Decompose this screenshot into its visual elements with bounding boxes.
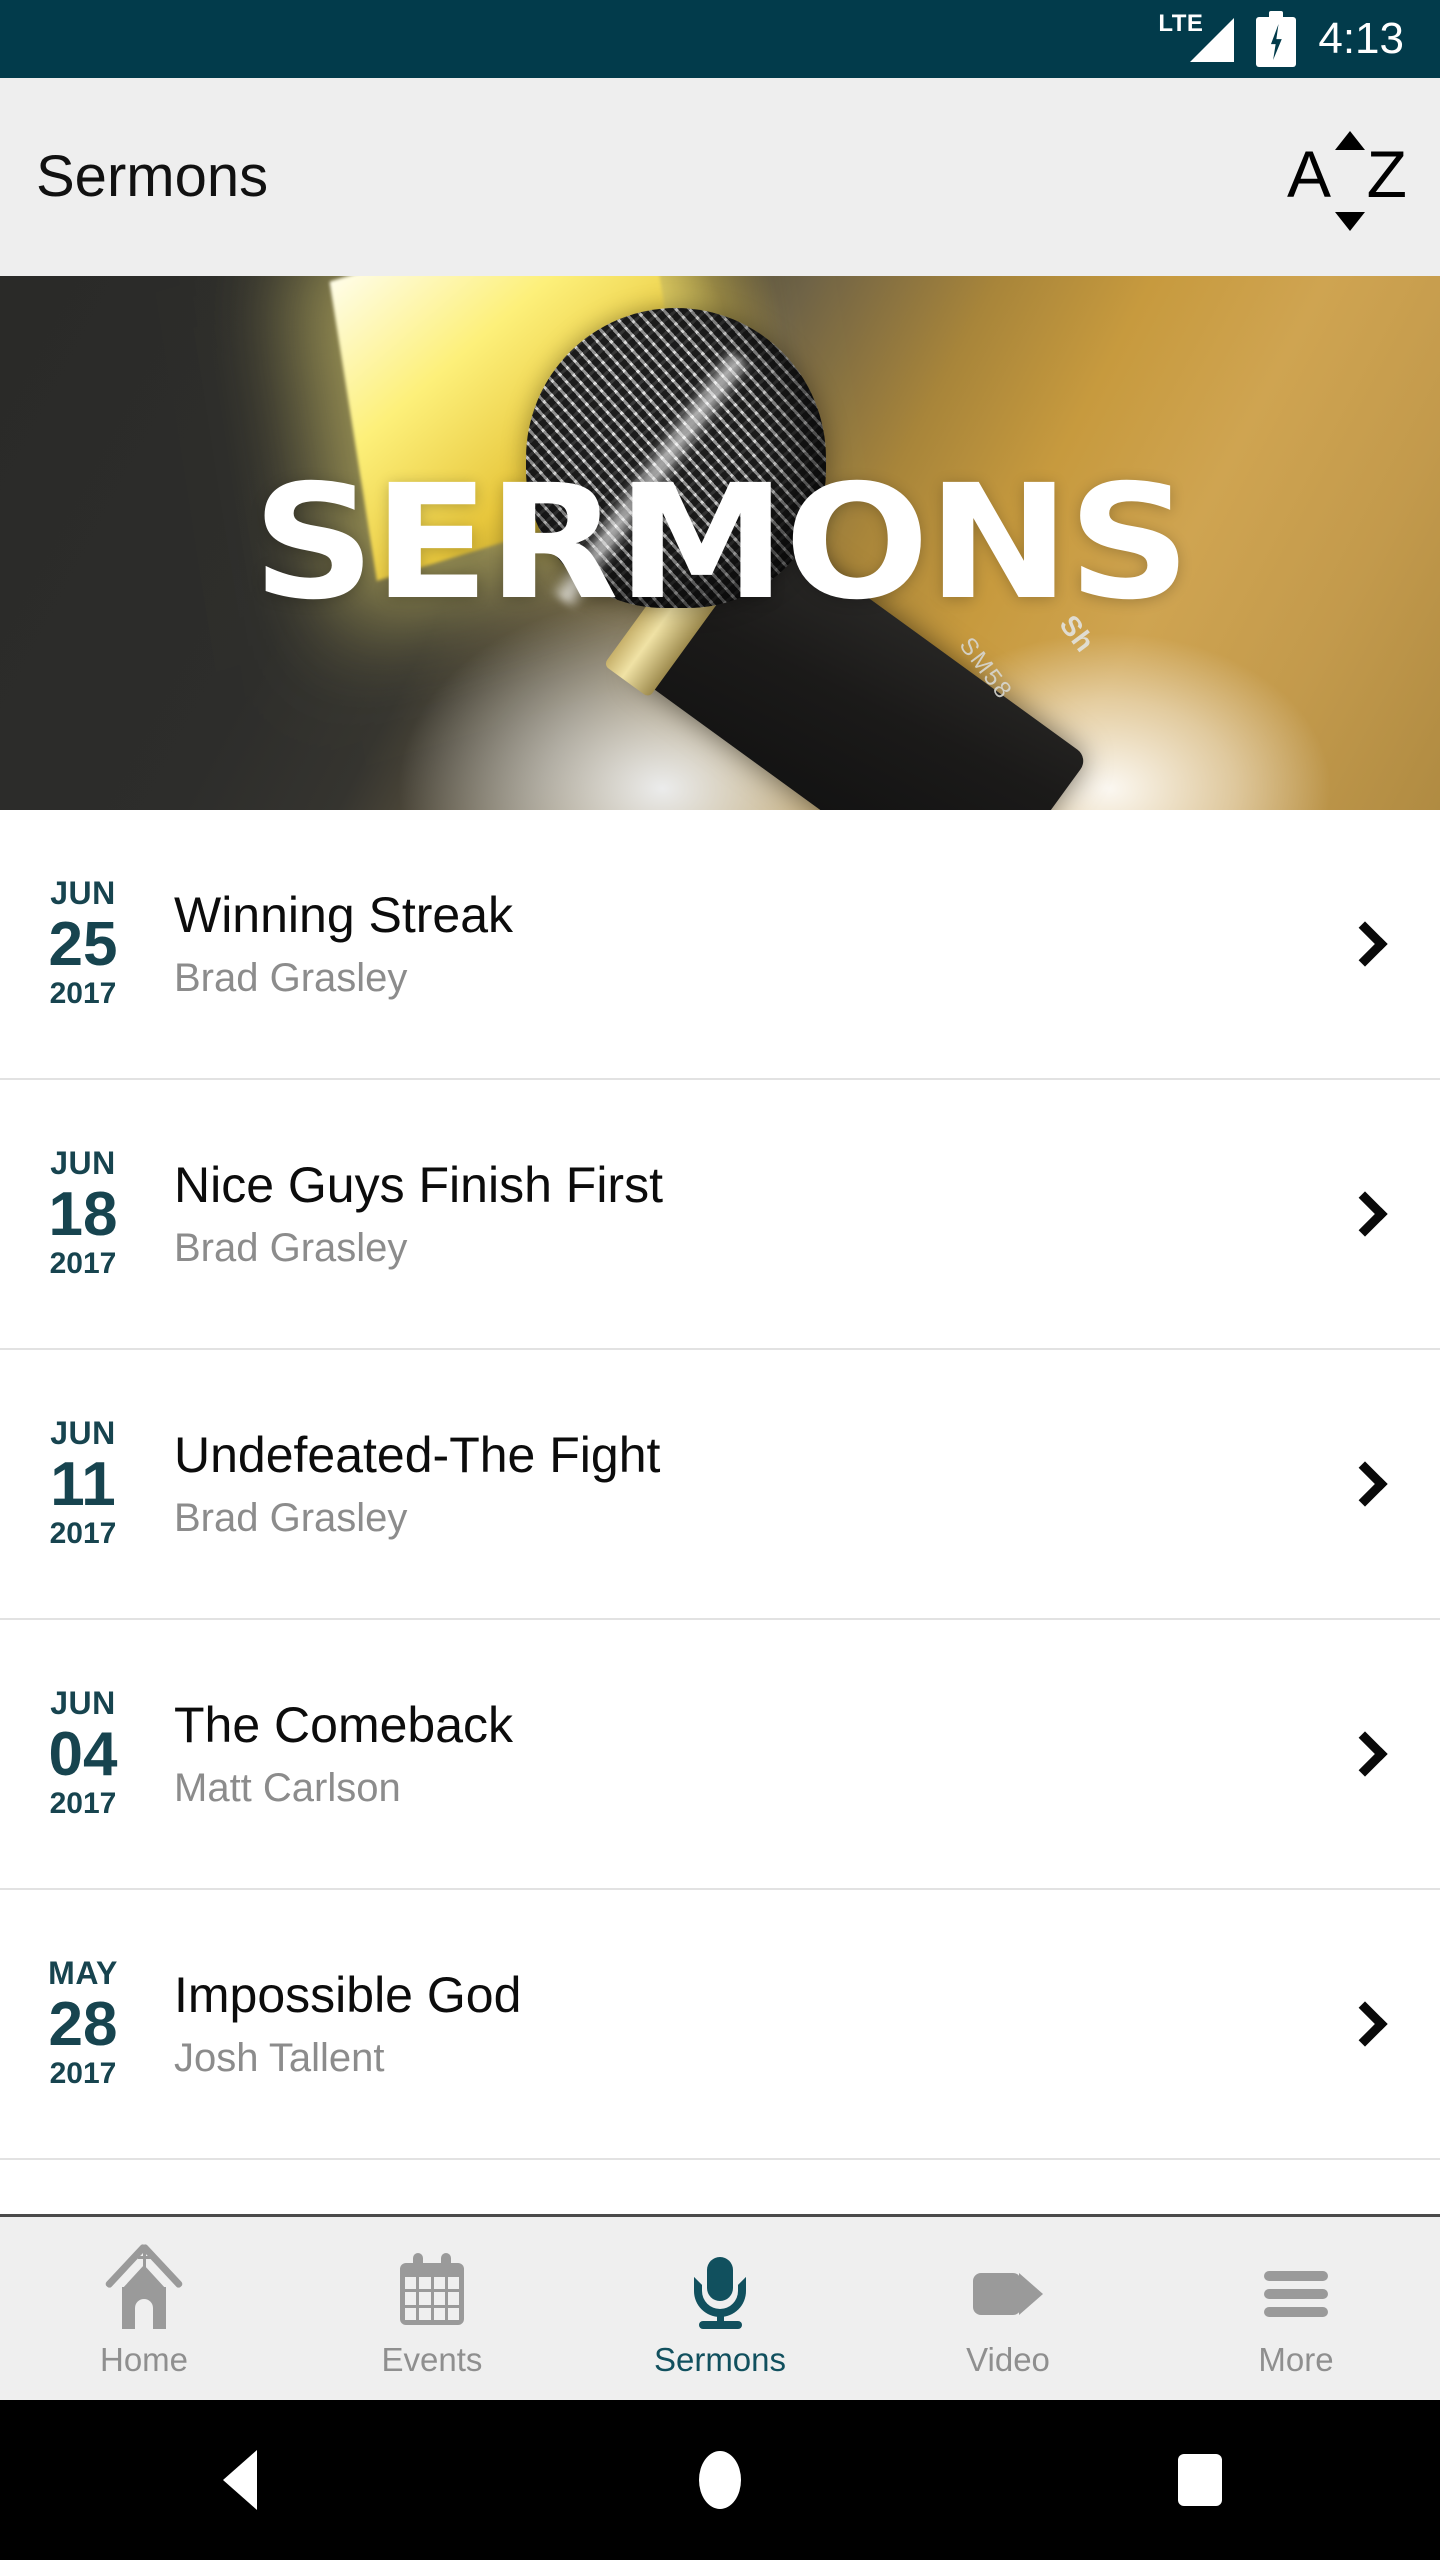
sermon-info: Undefeated-The Fight Brad Grasley — [174, 1427, 1290, 1541]
sermon-date-month: JUN — [50, 1415, 116, 1452]
hero-headline-text: SERMONS — [251, 451, 1190, 635]
chevron-right-icon[interactable] — [1290, 1461, 1440, 1507]
sermon-speaker: Brad Grasley — [174, 1226, 408, 1270]
tab-events[interactable]: Events — [288, 2217, 576, 2400]
sermon-date: MAY 28 2017 — [18, 1955, 148, 2091]
sermon-date-month: JUN — [50, 1145, 116, 1182]
tab-events-label: Events — [381, 2341, 483, 2378]
sermon-speaker: Brad Grasley — [174, 1496, 408, 1540]
sermon-date-month: JUN — [50, 1685, 116, 1722]
clock-label: 4:13 — [1318, 14, 1404, 63]
hero-banner[interactable]: Sh SM58 SERMONS — [0, 276, 1440, 810]
battery-charging-icon — [1256, 11, 1297, 67]
sermon-date-month: MAY — [48, 1955, 118, 1992]
status-bar: LTE 4:13 — [0, 0, 1440, 78]
sermon-speaker: Brad Grasley — [174, 956, 408, 1000]
sort-letter-a: A — [1287, 137, 1332, 211]
video-camera-icon — [965, 2249, 1051, 2335]
sermon-list-item[interactable]: JUN 11 2017 Undefeated-The Fight Brad Gr… — [0, 1350, 1440, 1620]
sermon-title: Impossible God — [174, 1967, 522, 2023]
sermon-date-day: 28 — [48, 1990, 118, 2060]
home-button[interactable] — [480, 2451, 960, 2509]
page-title: Sermons — [36, 144, 269, 209]
sermon-list: JUN 25 2017 Winning Streak Brad Grasley … — [0, 810, 1440, 2212]
chevron-right-icon[interactable] — [1290, 1731, 1440, 1777]
sermon-title: The Comeback — [174, 1697, 514, 1753]
sermon-info: Winning Streak Brad Grasley — [174, 887, 1290, 1001]
back-button[interactable] — [0, 2450, 480, 2510]
sermon-list-item[interactable]: MAY 28 2017 Impossible God Josh Tallent — [0, 1890, 1440, 2160]
hero-headline: SERMONS — [0, 276, 1440, 810]
sermon-info: Impossible God Josh Tallent — [174, 1967, 1290, 2081]
tab-video-label: Video — [966, 2341, 1050, 2378]
sort-alpha-icon: A Z — [1287, 131, 1407, 231]
recents-button[interactable] — [960, 2454, 1440, 2506]
sermon-info: Nice Guys Finish First Brad Grasley — [174, 1157, 1290, 1271]
arrow-up-icon — [1335, 131, 1365, 150]
sermon-list-item[interactable]: JUN 25 2017 Winning Streak Brad Grasley — [0, 810, 1440, 1080]
app-bar: Sermons A Z — [0, 78, 1440, 276]
sermon-date: JUN 11 2017 — [18, 1415, 148, 1551]
android-navigation-bar — [0, 2400, 1440, 2560]
sermon-date-year: 2017 — [49, 1517, 117, 1551]
home-circle-icon — [699, 2451, 741, 2509]
tab-sermons[interactable]: Sermons — [576, 2217, 864, 2400]
tab-home[interactable]: Home — [0, 2217, 288, 2400]
bottom-tab-bar: Home Events Sermons Video More — [0, 2214, 1440, 2400]
sermon-date-day: 25 — [48, 910, 118, 980]
chevron-right-icon[interactable] — [1290, 2001, 1440, 2047]
arrow-down-icon — [1335, 212, 1365, 231]
sermon-date-year: 2017 — [49, 977, 117, 1011]
back-triangle-icon — [223, 2450, 257, 2510]
sort-az-button[interactable]: A Z — [1272, 117, 1422, 237]
sermon-list-item[interactable]: JUN 04 2017 The Comeback Matt Carlson — [0, 1620, 1440, 1890]
sermon-date-day: 04 — [48, 1720, 118, 1790]
sermon-title: Winning Streak — [174, 887, 514, 943]
sermon-speaker: Matt Carlson — [174, 1766, 401, 1810]
sermon-date-day: 18 — [48, 1180, 118, 1250]
recents-square-icon — [1178, 2454, 1222, 2506]
list-bottom-spacer — [0, 2160, 1440, 2212]
tab-sermons-label: Sermons — [653, 2341, 787, 2378]
sermon-date-year: 2017 — [49, 1787, 117, 1821]
chevron-right-icon[interactable] — [1290, 1191, 1440, 1237]
sermon-speaker: Josh Tallent — [174, 2036, 385, 2080]
sermon-info: The Comeback Matt Carlson — [174, 1697, 1290, 1811]
tab-more[interactable]: More — [1152, 2217, 1440, 2400]
microphone-icon — [677, 2249, 763, 2335]
chevron-right-icon[interactable] — [1290, 921, 1440, 967]
tab-home-label: Home — [99, 2341, 189, 2378]
hamburger-icon — [1253, 2249, 1339, 2335]
calendar-icon — [389, 2249, 475, 2335]
sermon-date-year: 2017 — [49, 2057, 117, 2091]
sermon-date-month: JUN — [50, 875, 116, 912]
sort-letter-z: Z — [1366, 137, 1407, 211]
sermon-title: Nice Guys Finish First — [174, 1157, 663, 1213]
sermon-date: JUN 18 2017 — [18, 1145, 148, 1281]
sermon-date-year: 2017 — [49, 1247, 117, 1281]
tab-more-label: More — [1258, 2341, 1334, 2378]
sermon-date: JUN 25 2017 — [18, 875, 148, 1011]
signal-bars-icon — [1190, 18, 1235, 62]
tab-video[interactable]: Video — [864, 2217, 1152, 2400]
sermon-date-day: 11 — [50, 1450, 116, 1520]
sermon-list-item[interactable]: JUN 18 2017 Nice Guys Finish First Brad … — [0, 1080, 1440, 1350]
sermon-date: JUN 04 2017 — [18, 1685, 148, 1821]
phone-screen: LTE 4:13 Sermons A Z Sh SM58 SERMONS JUN… — [0, 0, 1440, 2560]
sermon-title: Undefeated-The Fight — [174, 1427, 661, 1483]
church-icon — [101, 2243, 187, 2335]
signal-triangle-icon: LTE — [1158, 12, 1235, 64]
